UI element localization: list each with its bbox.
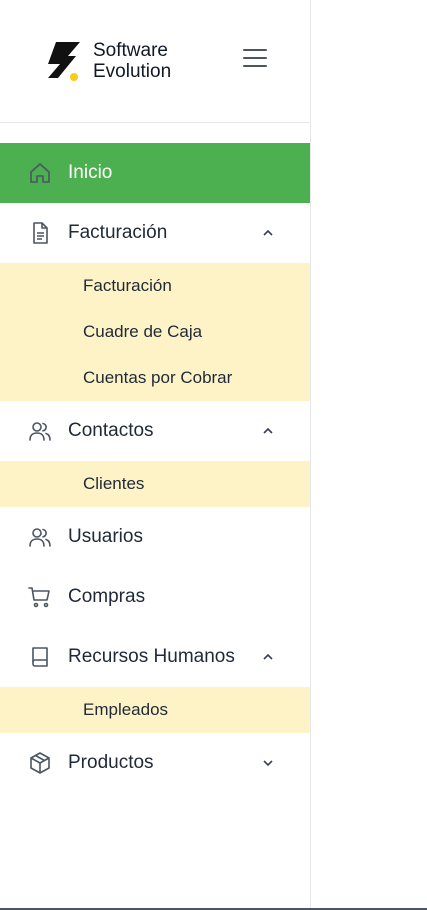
sidebar-item-label: Recursos Humanos	[68, 646, 235, 667]
chevron-up-icon[interactable]	[260, 225, 276, 241]
sidebar-item-productos[interactable]: Productos	[0, 733, 310, 793]
home-icon	[28, 161, 52, 185]
sidebar-item-label: Contactos	[68, 420, 154, 441]
document-icon	[28, 221, 52, 245]
brand-name: Software Evolution	[93, 40, 171, 82]
book-icon	[28, 645, 52, 669]
submenu-item-cuentas-por-cobrar[interactable]: Cuentas por Cobrar	[0, 355, 310, 401]
sidebar-item-recursos-humanos[interactable]: Recursos Humanos	[0, 627, 310, 687]
submenu-contactos: Clientes	[0, 461, 310, 507]
box-icon	[28, 751, 52, 775]
sidebar: Software Evolution Inicio Facturación Fa…	[0, 0, 311, 908]
chevron-down-icon[interactable]	[260, 755, 276, 771]
sidebar-item-facturacion[interactable]: Facturación	[0, 203, 310, 263]
hamburger-menu-button[interactable]	[239, 43, 271, 73]
submenu-recursos-humanos: Empleados	[0, 687, 310, 733]
brand-line-2: Evolution	[93, 61, 172, 82]
cart-icon	[28, 585, 52, 609]
brand-line-1: Software	[93, 40, 168, 61]
users-icon	[28, 419, 52, 443]
submenu-facturacion: Facturación Cuadre de Caja Cuentas por C…	[0, 263, 310, 401]
sidebar-item-label: Usuarios	[68, 526, 143, 547]
submenu-item-facturacion[interactable]: Facturación	[0, 263, 310, 309]
submenu-item-clientes[interactable]: Clientes	[0, 461, 310, 507]
users-icon	[28, 525, 52, 549]
hamburger-icon	[243, 49, 267, 51]
sidebar-item-compras[interactable]: Compras	[0, 567, 310, 627]
sidebar-item-label: Facturación	[68, 222, 168, 243]
chevron-up-icon[interactable]	[260, 423, 276, 439]
submenu-item-cuadre-de-caja[interactable]: Cuadre de Caja	[0, 309, 310, 355]
sidebar-item-usuarios[interactable]: Usuarios	[0, 507, 310, 567]
sidebar-item-label: Compras	[68, 586, 146, 607]
sidebar-item-label: Inicio	[68, 162, 113, 183]
brand-header: Software Evolution	[0, 0, 310, 123]
sidebar-item-label: Productos	[68, 752, 154, 773]
logo-icon	[48, 42, 80, 81]
chevron-up-icon[interactable]	[260, 649, 276, 665]
sidebar-item-contactos[interactable]: Contactos	[0, 401, 310, 461]
sidebar-nav: Inicio Facturación Facturación Cuadre de…	[0, 143, 310, 793]
submenu-item-empleados[interactable]: Empleados	[0, 687, 310, 733]
sidebar-item-inicio[interactable]: Inicio	[0, 143, 310, 203]
